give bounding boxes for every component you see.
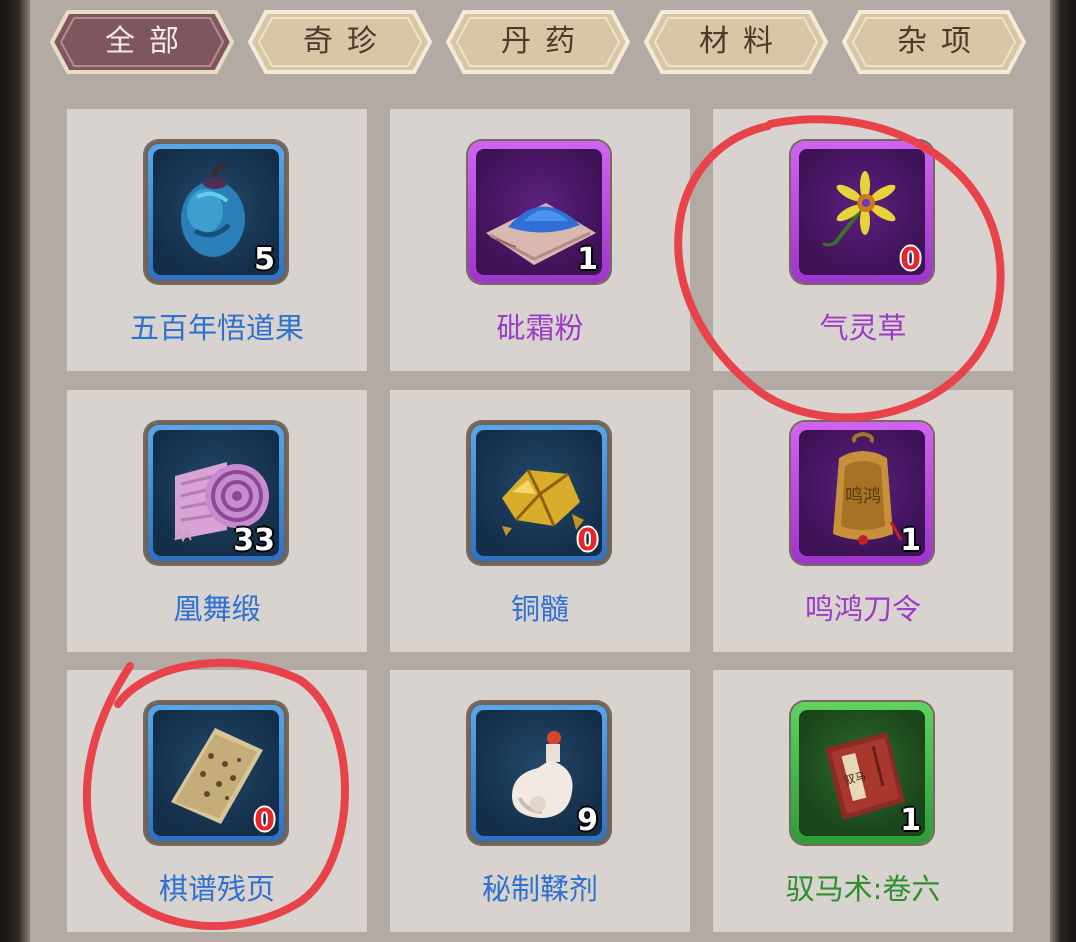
item-slot[interactable]: 33 xyxy=(145,422,287,564)
item-slot[interactable]: 驭马 1 xyxy=(791,702,933,844)
item-count: 0 xyxy=(254,803,275,838)
item-slot[interactable]: 1 xyxy=(468,141,610,283)
item-name: 砒霜粉 xyxy=(496,311,584,345)
item-name: 驭马术:卷六 xyxy=(785,872,941,906)
item-card[interactable]: 33 凰舞缎 xyxy=(67,390,367,652)
tab-label: 杂项 xyxy=(897,24,985,59)
item-card[interactable]: 0 气灵草 xyxy=(713,109,1013,371)
item-slot[interactable]: 鸣鸿 1 xyxy=(791,422,933,564)
item-slot[interactable]: 9 xyxy=(468,702,610,844)
item-card[interactable]: 0 铜髓 xyxy=(390,390,690,652)
item-name: 秘制鞣剂 xyxy=(481,872,598,906)
window-frame-right xyxy=(1050,0,1076,942)
item-count: 1 xyxy=(900,803,921,838)
category-tabs: 全部 奇珍 丹药 材料 杂项 xyxy=(0,0,1076,90)
tab-label: 丹药 xyxy=(501,24,589,59)
item-card[interactable]: 鸣鸿 1 鸣鸿刀令 xyxy=(713,390,1013,652)
item-slot[interactable]: 0 xyxy=(145,702,287,844)
item-card[interactable]: 9 秘制鞣剂 xyxy=(390,670,690,932)
item-slot[interactable]: 0 xyxy=(791,141,933,283)
tab-materials[interactable]: 材料 xyxy=(642,8,830,76)
tab-label: 奇珍 xyxy=(303,24,391,59)
tab-pills[interactable]: 丹药 xyxy=(444,8,632,76)
item-card[interactable]: 5 五百年悟道果 xyxy=(67,109,367,371)
item-slot[interactable]: 5 xyxy=(145,141,287,283)
item-count: 1 xyxy=(577,242,598,277)
item-count: 1 xyxy=(900,523,921,558)
item-count: 5 xyxy=(254,242,275,277)
item-name: 凰舞缎 xyxy=(173,592,261,626)
item-slot[interactable]: 0 xyxy=(468,422,610,564)
item-card[interactable]: 1 砒霜粉 xyxy=(390,109,690,371)
svg-text:鸣鸿: 鸣鸿 xyxy=(845,486,881,507)
tab-all[interactable]: 全部 xyxy=(48,8,236,76)
tab-misc[interactable]: 杂项 xyxy=(840,8,1028,76)
tab-label: 材料 xyxy=(699,24,787,59)
item-name: 鸣鸿刀令 xyxy=(804,592,921,626)
item-name: 铜髓 xyxy=(510,592,569,626)
item-count: 0 xyxy=(577,523,598,558)
item-count: 9 xyxy=(577,803,598,838)
item-name: 气灵草 xyxy=(819,311,907,345)
tab-treasures[interactable]: 奇珍 xyxy=(246,8,434,76)
item-card[interactable]: 0 棋谱残页 xyxy=(67,670,367,932)
item-name: 五百年悟道果 xyxy=(129,311,304,345)
item-count: 0 xyxy=(900,242,921,277)
window-frame-left xyxy=(0,0,30,942)
tab-label: 全部 xyxy=(105,24,193,59)
item-card[interactable]: 驭马 1 驭马术:卷六 xyxy=(713,670,1013,932)
item-name: 棋谱残页 xyxy=(158,872,275,906)
item-count: 33 xyxy=(233,523,275,558)
